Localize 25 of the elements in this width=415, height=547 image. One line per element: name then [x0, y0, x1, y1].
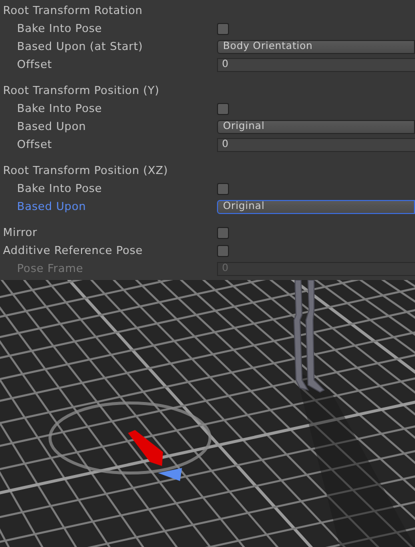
property-label: Mirror: [3, 224, 38, 241]
property-label: Pose Frame: [17, 260, 84, 277]
section-header: Root Transform Position (Y): [2, 82, 160, 99]
property-label: Bake Into Pose: [17, 100, 102, 117]
section-header: Root Transform Position (XZ): [2, 162, 168, 179]
property-label: Based Upon: [17, 198, 86, 215]
property-label: Offset: [17, 56, 52, 73]
property-label: Additive Reference Pose: [3, 242, 143, 259]
number-field[interactable]: 0: [217, 58, 415, 72]
number-field[interactable]: 0: [217, 138, 415, 152]
property-label: Offset: [17, 136, 52, 153]
checkbox[interactable]: [217, 227, 229, 239]
scene-viewport-drawing[interactable]: [0, 280, 415, 547]
section-header: Root Transform Rotation: [2, 2, 143, 19]
dropdown[interactable]: Original: [217, 200, 415, 214]
dropdown[interactable]: Body Orientation: [217, 40, 415, 54]
checkbox[interactable]: [217, 103, 229, 115]
checkbox[interactable]: [217, 183, 229, 195]
property-label: Based Upon (at Start): [17, 38, 143, 55]
property-label: Bake Into Pose: [17, 20, 102, 37]
checkbox[interactable]: [217, 23, 229, 35]
property-label: Based Upon: [17, 118, 86, 135]
checkbox[interactable]: [217, 245, 229, 257]
dropdown[interactable]: Original: [217, 120, 415, 134]
property-label: Bake Into Pose: [17, 180, 102, 197]
